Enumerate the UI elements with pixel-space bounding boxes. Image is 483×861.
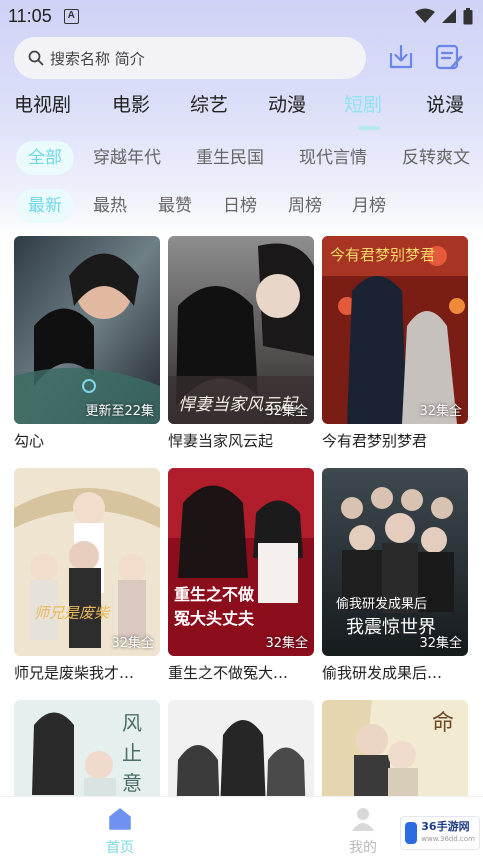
tab-movies[interactable]: 电影 xyxy=(112,90,150,117)
genre-chip-romance[interactable]: 现代言情 xyxy=(299,141,367,175)
episode-badge: 更新至22集 xyxy=(85,404,154,419)
category-tabs: 电视剧 电影 综艺 动漫 短剧 说漫 xyxy=(0,90,483,130)
sort-chip-monthly[interactable]: 月榜 xyxy=(352,189,386,223)
nav-home-label: 首页 xyxy=(106,840,134,856)
nav-profile-label: 我的 xyxy=(349,840,377,856)
genre-filter-row: 全部 穿越年代 重生民国 现代言情 反转爽文 xyxy=(0,141,483,175)
nav-home[interactable]: 首页 xyxy=(90,807,150,857)
profile-icon xyxy=(352,808,374,831)
svg-text:止: 止 xyxy=(122,741,142,765)
tab-tv-series[interactable]: 电视剧 xyxy=(14,90,71,117)
drama-poster: 重生之不做 冤大头丈夫 32集全 xyxy=(168,468,314,656)
drama-title: 勾心 xyxy=(14,432,45,450)
svg-text:风: 风 xyxy=(122,711,142,735)
poster-art: 偷我研发成果后 我震惊世界 xyxy=(322,468,468,656)
sort-chip-newest[interactable]: 最新 xyxy=(16,189,74,223)
poster-art: 重生之不做 冤大头丈夫 xyxy=(168,468,314,656)
sort-filter-row: 最新 最热 最赞 日榜 周榜 月榜 xyxy=(0,189,483,223)
poster-art: 今有君梦别梦君 xyxy=(322,236,468,424)
episode-badge: 32集全 xyxy=(111,636,154,651)
battery-icon xyxy=(463,7,473,24)
poster-art xyxy=(14,236,160,424)
drama-title: 今有君梦别梦君 xyxy=(322,432,428,450)
svg-text:意: 意 xyxy=(122,771,142,795)
sort-chip-most-liked[interactable]: 最赞 xyxy=(158,189,192,223)
nav-profile[interactable]: 我的 xyxy=(333,807,393,857)
search-row: 搜索名称 简介 xyxy=(14,37,474,79)
status-bar: 11:05 A xyxy=(0,0,483,32)
svg-text:偷我研发成果后: 偷我研发成果后 xyxy=(336,596,427,612)
sort-chip-weekly[interactable]: 周榜 xyxy=(288,189,322,223)
status-time: 11:05 xyxy=(8,5,52,26)
tab-anime[interactable]: 动漫 xyxy=(268,90,306,117)
svg-text:师兄是废柴: 师兄是废柴 xyxy=(34,604,111,622)
drama-title: 重生之不做冤大… xyxy=(168,664,289,682)
drama-poster: 悍妻当家风云起 32集全 xyxy=(168,236,314,424)
genre-chip-rebirth[interactable]: 重生民国 xyxy=(196,141,264,175)
edit-list-icon[interactable] xyxy=(434,43,464,71)
drama-card[interactable]: 重生之不做 冤大头丈夫 32集全 重生之不做冤大… xyxy=(168,468,314,683)
episode-badge: 32集全 xyxy=(419,404,462,419)
wifi-icon xyxy=(415,8,435,23)
tab-variety[interactable]: 综艺 xyxy=(190,90,228,117)
drama-poster: 今有君梦别梦君 32集全 xyxy=(322,236,468,424)
drama-card[interactable]: 更新至22集 勾心 xyxy=(14,236,160,451)
watermark-logo-icon xyxy=(405,822,418,844)
episode-badge: 32集全 xyxy=(419,636,462,651)
drama-card[interactable]: 悍妻当家风云起 32集全 悍妻当家风云起 xyxy=(168,236,314,451)
drama-card[interactable]: 师兄是废柴 32集全 师兄是废柴我才… xyxy=(14,468,160,683)
status-indicators xyxy=(415,7,473,25)
genre-chip-twist[interactable]: 反转爽文 xyxy=(402,141,470,175)
episode-badge: 32集全 xyxy=(265,636,308,651)
svg-text:重生之不做: 重生之不做 xyxy=(174,585,255,604)
search-input[interactable]: 搜索名称 简介 xyxy=(14,37,366,79)
drama-card[interactable]: 偷我研发成果后 我震惊世界 32集全 偷我研发成果后… xyxy=(322,468,468,683)
drama-poster: 偷我研发成果后 我震惊世界 32集全 xyxy=(322,468,468,656)
drama-poster: 师兄是废柴 32集全 xyxy=(14,468,160,656)
site-watermark: 36手游网 www.36dd.com xyxy=(400,816,480,850)
svg-text:今有君梦别梦君: 今有君梦别梦君 xyxy=(330,246,435,264)
watermark-url: www.36dd.com xyxy=(421,835,475,843)
home-icon xyxy=(109,808,131,830)
drama-title: 偷我研发成果后… xyxy=(322,664,443,682)
svg-text:冤大头丈夫: 冤大头丈夫 xyxy=(174,609,255,628)
tab-short-drama[interactable]: 短剧 xyxy=(344,90,382,117)
search-icon xyxy=(28,50,44,66)
search-placeholder: 搜索名称 简介 xyxy=(50,49,145,68)
signal-icon xyxy=(442,9,456,23)
drama-card[interactable]: 今有君梦别梦君 32集全 今有君梦别梦君 xyxy=(322,236,468,451)
poster-art: 悍妻当家风云起 xyxy=(168,236,314,424)
tab-comics[interactable]: 说漫 xyxy=(426,90,464,117)
drama-title: 悍妻当家风云起 xyxy=(168,432,274,450)
sort-chip-daily[interactable]: 日榜 xyxy=(223,189,257,223)
notification-icon: A xyxy=(63,8,79,24)
watermark-brand: 36手游网 xyxy=(421,820,470,833)
active-tab-indicator xyxy=(358,126,380,130)
sort-chip-hottest[interactable]: 最热 xyxy=(93,189,127,223)
download-icon[interactable] xyxy=(387,43,415,71)
episode-badge: 32集全 xyxy=(265,404,308,419)
genre-chip-time-travel[interactable]: 穿越年代 xyxy=(93,141,161,175)
genre-chip-all[interactable]: 全部 xyxy=(16,141,74,175)
drama-poster: 更新至22集 xyxy=(14,236,160,424)
svg-text:命: 命 xyxy=(432,711,454,736)
poster-art: 师兄是废柴 xyxy=(14,468,160,656)
drama-title: 师兄是废柴我才… xyxy=(14,664,135,682)
